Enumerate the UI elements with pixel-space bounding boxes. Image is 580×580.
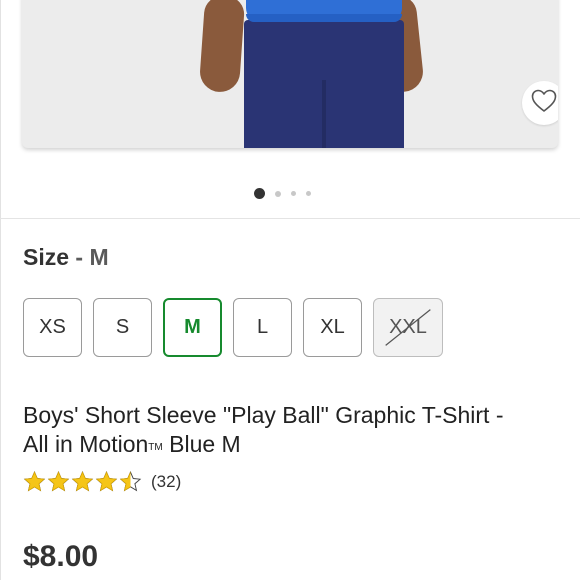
product-title-line-2: All in MotionTM Blue M <box>23 430 563 462</box>
star-icon <box>71 471 94 492</box>
unavailable-strike <box>385 309 431 346</box>
product-title-suffix: Blue M <box>162 431 241 457</box>
selected-size-value: M <box>89 244 109 270</box>
size-label: Size <box>23 244 70 270</box>
model-pants <box>244 20 404 148</box>
star-icon <box>119 471 142 492</box>
star-icon <box>95 471 118 492</box>
size-options: XS S M L XL XXL <box>23 298 443 357</box>
carousel-dot[interactable] <box>306 191 311 196</box>
brand-name: All in Motion <box>23 431 149 457</box>
product-title: Boys' Short Sleeve "Play Ball" Graphic T… <box>23 401 563 462</box>
product-page: Size - M XS S M L XL XXL Boys' Short Sle… <box>0 0 580 580</box>
product-price: $8.00 <box>23 540 99 573</box>
add-to-favorites-button[interactable] <box>522 81 558 125</box>
size-option-label: L <box>256 316 269 338</box>
size-option-label: XL <box>320 316 345 338</box>
carousel-dot[interactable] <box>254 188 265 199</box>
model-arm-left <box>198 0 246 94</box>
review-count[interactable]: (32) <box>151 472 181 492</box>
product-image[interactable] <box>22 0 558 148</box>
size-option-m[interactable]: M <box>163 298 222 357</box>
left-edge-divider <box>0 0 1 580</box>
heart-outline-icon <box>531 89 557 118</box>
size-separator: - <box>75 244 84 270</box>
carousel-dot[interactable] <box>275 190 281 197</box>
size-option-xxl[interactable]: XXL <box>373 298 443 357</box>
image-carousel-dots <box>254 188 311 199</box>
size-heading: Size - M <box>23 243 109 271</box>
size-option-xs[interactable]: XS <box>23 298 82 357</box>
star-icon <box>23 471 46 492</box>
model-shirt <box>246 0 402 22</box>
product-rating[interactable]: (32) <box>23 470 181 493</box>
size-option-xl[interactable]: XL <box>303 298 362 357</box>
size-option-label: S <box>115 316 130 338</box>
trademark-mark: TM <box>148 442 163 453</box>
rating-stars <box>23 470 142 493</box>
size-option-label: XS <box>39 316 66 338</box>
section-divider <box>0 218 580 219</box>
carousel-dot[interactable] <box>291 191 296 196</box>
star-icon <box>47 471 70 492</box>
size-option-label: M <box>184 316 201 338</box>
size-option-s[interactable]: S <box>93 298 152 357</box>
size-option-l[interactable]: L <box>233 298 292 357</box>
product-title-line-1: Boys' Short Sleeve "Play Ball" Graphic T… <box>23 402 504 428</box>
